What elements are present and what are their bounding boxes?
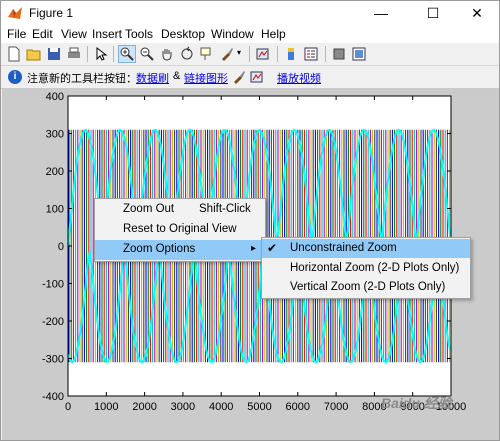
y-tick-label: -400 xyxy=(42,391,64,403)
brush-icon[interactable] xyxy=(219,46,235,62)
x-tick-label: 1000 xyxy=(94,401,118,413)
y-tick-label: -300 xyxy=(42,354,64,366)
menu-insert[interactable]: Insert xyxy=(92,27,122,41)
x-tick-label: 6000 xyxy=(286,401,310,413)
pan-hand-icon[interactable] xyxy=(159,46,175,62)
menu-item-label: Vertical Zoom (2-D Plots Only) xyxy=(290,281,446,293)
toolbar-separator xyxy=(249,46,250,62)
toolbar-separator xyxy=(325,46,326,62)
minimize-button[interactable]: — xyxy=(361,1,401,25)
toolbar: ▾ xyxy=(1,43,499,66)
x-tick-label: 7000 xyxy=(324,401,348,413)
menu-item-zoom-out[interactable]: Zoom Out Shift-Click xyxy=(95,200,265,220)
figure-window: Figure 1 — ☐ ✕ File Edit View Insert Too… xyxy=(0,0,500,441)
watermark: Baidu 经验 xyxy=(381,395,452,411)
rotate-3d-icon[interactable] xyxy=(179,46,195,62)
x-tick-label: 4000 xyxy=(209,401,233,413)
maximize-button[interactable]: ☐ xyxy=(413,1,453,25)
x-tick-label: 3000 xyxy=(171,401,195,413)
zoom-in-icon[interactable] xyxy=(118,45,136,63)
save-icon[interactable] xyxy=(46,46,62,62)
window-title: Figure 1 xyxy=(29,6,74,20)
menu-item-label: Unconstrained Zoom xyxy=(290,242,397,254)
menu-item-horizontal-zoom[interactable]: Horizontal Zoom (2-D Plots Only) xyxy=(262,259,470,278)
show-plot-tools-icon[interactable] xyxy=(351,46,367,62)
link-data-brush[interactable]: 数据刷 xyxy=(136,70,169,86)
link-play-video[interactable]: 播放视频 xyxy=(277,70,321,86)
y-tick-label: -200 xyxy=(42,316,64,328)
y-tick-label: 300 xyxy=(46,129,64,141)
y-tick-label: 200 xyxy=(46,166,64,178)
print-icon[interactable] xyxy=(66,46,82,62)
toolbar-separator xyxy=(113,46,114,62)
title-bar: Figure 1 — ☐ ✕ xyxy=(1,1,499,25)
edit-plot-arrow-icon[interactable] xyxy=(93,46,109,62)
data-cursor-icon[interactable] xyxy=(199,46,215,62)
x-tick-label: 5000 xyxy=(247,401,271,413)
menu-file[interactable]: File xyxy=(7,27,26,41)
zoom-options-submenu: ✔ Unconstrained Zoom Horizontal Zoom (2-… xyxy=(261,237,471,299)
menu-item-label: Horizontal Zoom (2-D Plots Only) xyxy=(290,262,460,274)
checkmark-icon: ✔ xyxy=(267,241,278,255)
shortcut-label: Shift-Click xyxy=(199,203,251,215)
menu-tools[interactable]: Tools xyxy=(125,27,153,41)
y-tick-label: 400 xyxy=(46,91,64,103)
menu-item-label: Reset to Original View xyxy=(123,223,237,235)
info-icon: i xyxy=(8,70,22,84)
y-tick-label: -100 xyxy=(42,279,64,291)
menu-help[interactable]: Help xyxy=(261,27,286,41)
menu-window[interactable]: Window xyxy=(211,27,254,41)
toolbar-separator xyxy=(87,46,88,62)
colorbar-icon[interactable] xyxy=(283,46,299,62)
menu-view[interactable]: View xyxy=(61,27,87,41)
menu-item-zoom-options[interactable]: Zoom Options ▸ xyxy=(95,240,265,260)
submenu-arrow-icon: ▸ xyxy=(251,243,257,254)
legend-icon[interactable] xyxy=(303,46,319,62)
menu-item-label: Zoom Options xyxy=(123,243,196,255)
new-figure-icon[interactable] xyxy=(6,46,22,62)
brush-dropdown-icon[interactable]: ▾ xyxy=(237,48,241,57)
info-bar: i 注意新的工具栏按钮： 数据刷 & 链接图形 播放视频 xyxy=(1,66,499,89)
toolbar-separator xyxy=(277,46,278,62)
menu-desktop[interactable]: Desktop xyxy=(161,27,205,41)
menu-item-label: Zoom Out xyxy=(123,203,175,215)
x-tick-label: 2000 xyxy=(132,401,156,413)
y-tick-label: 0 xyxy=(58,241,64,253)
info-message: 注意新的工具栏按钮： xyxy=(27,73,137,85)
link-linked-plots[interactable]: 链接图形 xyxy=(184,70,228,86)
menu-edit[interactable]: Edit xyxy=(32,27,53,41)
info-ampersand: & xyxy=(173,70,181,82)
open-file-icon[interactable] xyxy=(26,46,42,62)
context-menu: Zoom Out Shift-Click Reset to Original V… xyxy=(94,198,266,262)
y-tick-label: 100 xyxy=(46,204,64,216)
menu-item-unconstrained-zoom[interactable]: ✔ Unconstrained Zoom xyxy=(262,239,470,258)
zoom-out-icon[interactable] xyxy=(139,46,155,62)
link-plot-icon xyxy=(250,71,263,83)
menu-item-reset-view[interactable]: Reset to Original View xyxy=(95,220,265,240)
hide-plot-tools-icon[interactable] xyxy=(331,46,347,62)
matlab-icon xyxy=(8,7,22,19)
x-tick-label: 0 xyxy=(65,401,71,413)
menu-item-vertical-zoom[interactable]: Vertical Zoom (2-D Plots Only) xyxy=(262,278,470,297)
close-button[interactable]: ✕ xyxy=(457,1,497,25)
link-plot-icon[interactable] xyxy=(255,46,271,62)
brush-icon xyxy=(234,71,245,84)
menu-bar: File Edit View Insert Tools Desktop Wind… xyxy=(1,25,499,43)
